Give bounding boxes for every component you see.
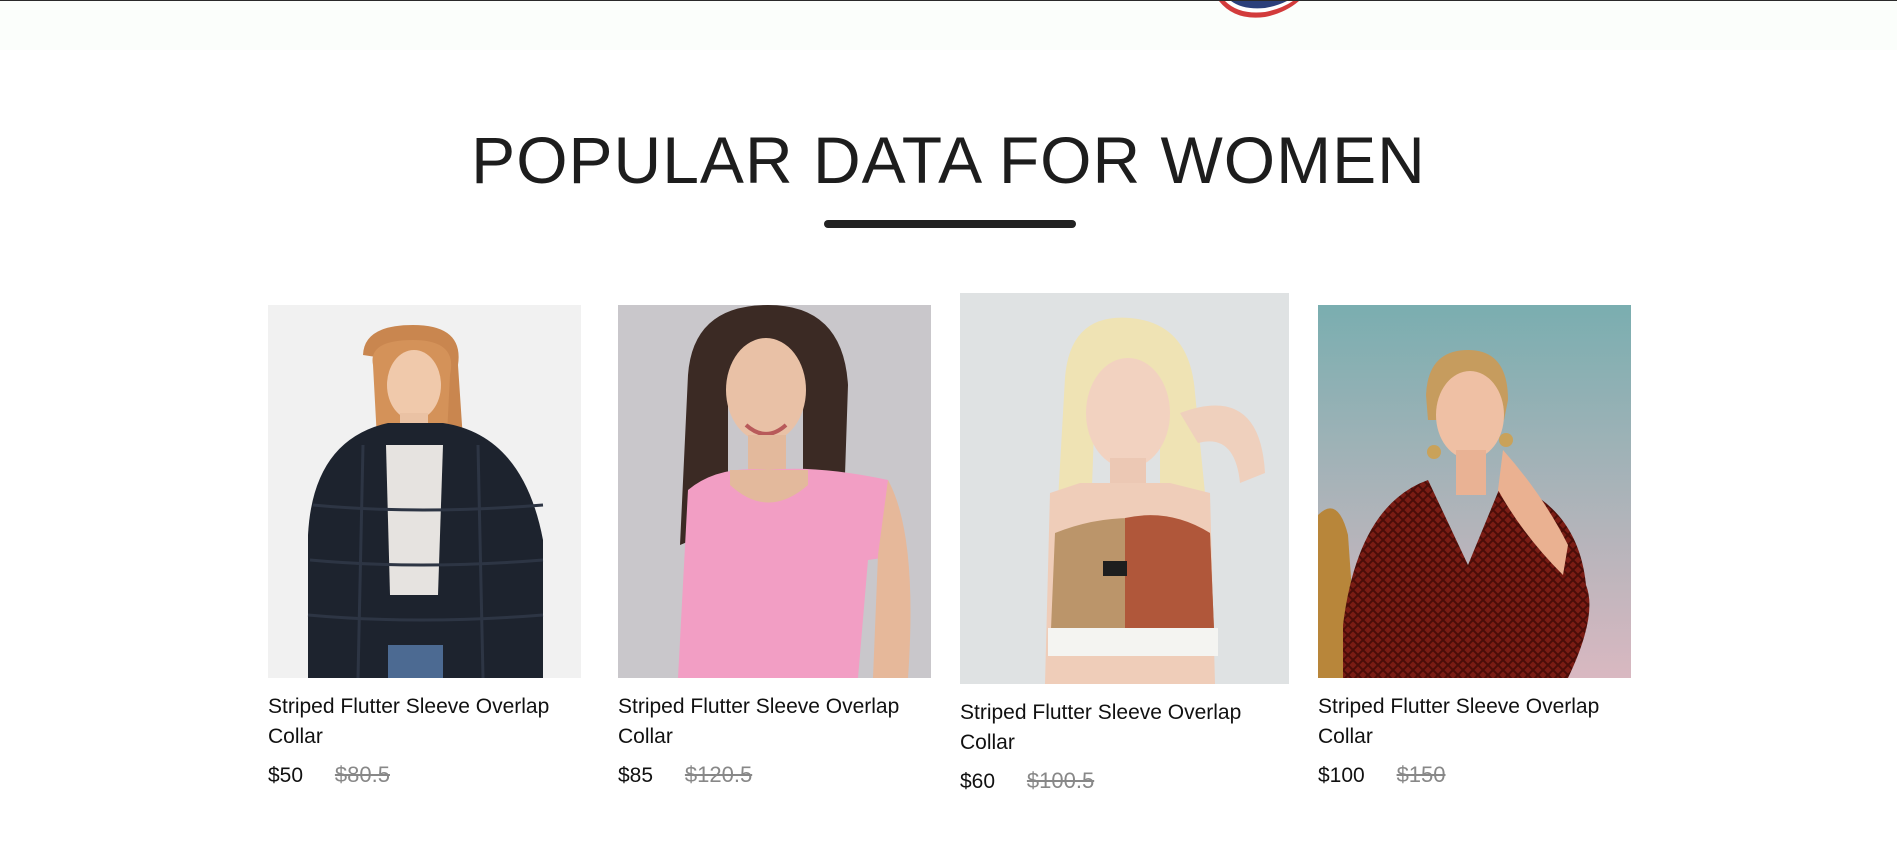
- section-title: POPULAR DATA FOR WOMEN: [471, 123, 1426, 197]
- product-image[interactable]: [960, 293, 1289, 684]
- product-name[interactable]: Striped Flutter Sleeve Overlap Collar: [618, 692, 931, 752]
- product-price: $50: [268, 764, 304, 787]
- product-old-price: $80.5: [334, 762, 390, 787]
- product-prices: $50 $80.5: [268, 762, 581, 788]
- product-name[interactable]: Striped Flutter Sleeve Overlap Collar: [1318, 692, 1631, 752]
- product-card[interactable]: Striped Flutter Sleeve Overlap Collar $6…: [960, 293, 1289, 794]
- product-image[interactable]: [268, 305, 581, 678]
- hero-image-fragment: [1215, 1, 1301, 23]
- hero-section-bottom: [0, 0, 1897, 50]
- product-name[interactable]: Striped Flutter Sleeve Overlap Collar: [960, 698, 1289, 758]
- product-card[interactable]: Striped Flutter Sleeve Overlap Collar $8…: [618, 305, 931, 788]
- product-card[interactable]: Striped Flutter Sleeve Overlap Collar $1…: [1318, 305, 1631, 788]
- model-black-fur-jacket-photo: [268, 305, 581, 678]
- model-red-wrap-dress-photo: [1318, 305, 1631, 678]
- product-prices: $100 $150: [1318, 762, 1631, 788]
- product-prices: $85 $120.5: [618, 762, 931, 788]
- product-image[interactable]: [1318, 305, 1631, 678]
- product-old-price: $150: [1396, 762, 1446, 787]
- product-prices: $60 $100.5: [960, 768, 1289, 794]
- product-image[interactable]: [618, 305, 931, 678]
- product-name[interactable]: Striped Flutter Sleeve Overlap Collar: [268, 692, 581, 752]
- product-price: $100: [1318, 764, 1365, 787]
- product-old-price: $100.5: [1026, 768, 1095, 793]
- product-price: $60: [960, 770, 996, 793]
- title-underline: [824, 220, 1076, 228]
- model-pink-top-photo: [618, 305, 931, 678]
- product-card[interactable]: Striped Flutter Sleeve Overlap Collar $5…: [268, 305, 581, 788]
- product-old-price: $120.5: [684, 762, 753, 787]
- product-price: $85: [618, 764, 654, 787]
- model-sports-crop-top-photo: [960, 293, 1289, 684]
